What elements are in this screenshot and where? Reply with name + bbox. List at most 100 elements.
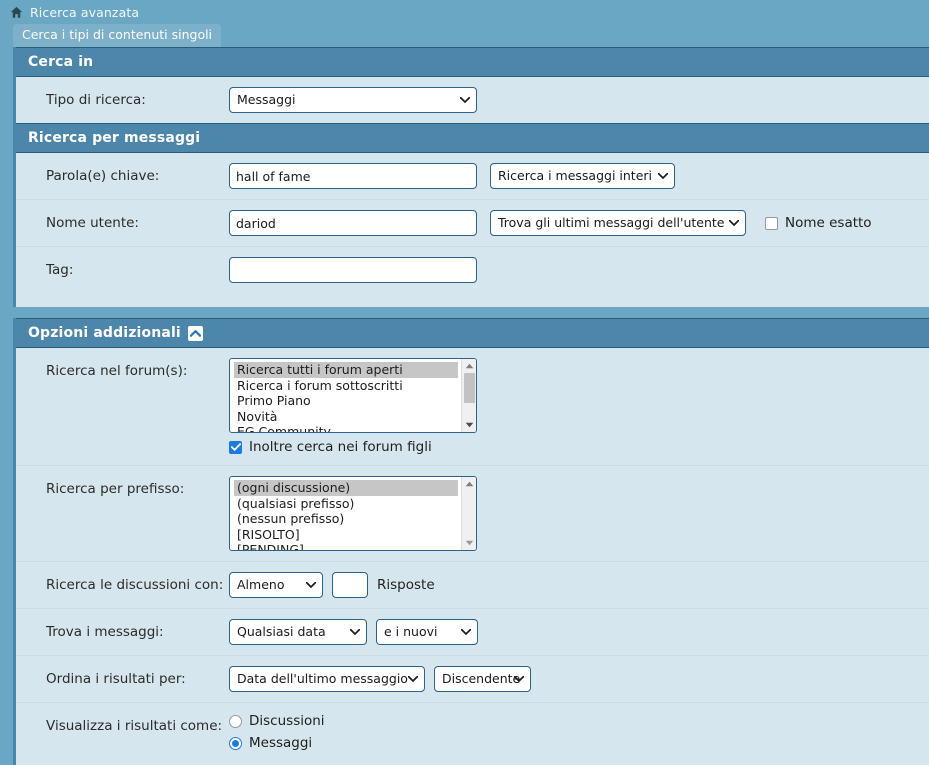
search-type-select[interactable]: Messaggi — [229, 87, 477, 113]
display-as-label: Visualizza i risultati come: — [46, 718, 223, 734]
chevron-down-icon — [408, 676, 418, 682]
list-item[interactable]: Primo Piano — [234, 393, 458, 409]
display-option-posts[interactable]: Messaggi — [229, 735, 325, 751]
prefix-listbox[interactable]: (ogni discussione) (qualsiasi prefisso) … — [229, 476, 477, 551]
replies-label: Ricerca le discussioni con: — [46, 577, 224, 593]
replies-operator-value: Almeno — [237, 577, 285, 592]
find-posts-label: Trova i messaggi: — [46, 624, 164, 640]
posts-radio[interactable] — [229, 736, 242, 750]
tab-strip: Cerca i tipi di contenuti singoli — [0, 24, 929, 47]
find-posts-date-select[interactable]: Qualsiasi data — [229, 619, 367, 645]
scroll-down-icon[interactable] — [465, 418, 474, 432]
chevron-down-icon — [460, 97, 470, 103]
section-search-in-title: Cerca in — [28, 54, 94, 70]
list-item[interactable]: (qualsiasi prefisso) — [234, 496, 458, 512]
keywords-input[interactable] — [229, 163, 477, 189]
row-replies: Ricerca le discussioni con: Almeno Rispo… — [16, 561, 929, 608]
forums-label: Ricerca nel forum(s): — [46, 363, 188, 379]
list-item[interactable]: Ricerca i forum sottoscritti — [234, 378, 458, 394]
chevron-down-icon — [461, 629, 471, 635]
find-posts-direction-value: e i nuovi — [384, 624, 438, 639]
sort-label: Ordina i risultati per: — [46, 671, 186, 687]
list-item[interactable]: [RISOLTO] — [234, 527, 458, 543]
list-item[interactable]: (ogni discussione) — [234, 480, 458, 496]
section-search-posts-body: Parola(e) chiave: Ricerca i messaggi int… — [16, 153, 929, 307]
section-search-posts-header: Ricerca per messaggi — [16, 123, 929, 153]
list-item[interactable]: EG Community — [234, 424, 458, 432]
find-posts-date-value: Qualsiasi data — [237, 624, 326, 639]
list-item[interactable]: Ricerca tutti i forum aperti — [234, 362, 458, 378]
sort-field-select[interactable]: Data dell'ultimo messaggio — [229, 666, 425, 692]
section-search-in: Cerca in Tipo di ricerca: Messaggi — [13, 47, 929, 123]
threads-radio-label: Discussioni — [249, 713, 325, 729]
list-item[interactable]: [PENDING] — [234, 542, 458, 550]
scroll-up-icon[interactable] — [465, 359, 474, 373]
chevron-down-icon — [350, 629, 360, 635]
posts-radio-label: Messaggi — [249, 735, 313, 751]
row-username: Nome utente: Trova gli ultimi messaggi d… — [16, 199, 929, 246]
row-keywords: Parola(e) chiave: Ricerca i messaggi int… — [16, 153, 929, 199]
advanced-search-page: Ricerca avanzata Cerca i tipi di contenu… — [0, 0, 929, 765]
child-forums-option[interactable]: Inoltre cerca nei forum figli — [229, 439, 477, 455]
scroll-thumb[interactable] — [463, 373, 475, 403]
search-type-label: Tipo di ricerca: — [46, 92, 146, 108]
forums-listbox[interactable]: Ricerca tutti i forum aperti Ricerca i f… — [229, 358, 477, 433]
chevron-down-icon — [306, 582, 316, 588]
section-additional-options-body: Ricerca nel forum(s): Ricerca tutti i fo… — [16, 348, 929, 765]
username-input[interactable] — [229, 210, 477, 236]
prefix-label: Ricerca per prefisso: — [46, 481, 185, 497]
username-mode-select[interactable]: Trova gli ultimi messaggi dell'utente — [490, 210, 746, 236]
row-prefix: Ricerca per prefisso: (ogni discussione)… — [16, 465, 929, 561]
row-find-posts: Trova i messaggi: Qualsiasi data e i nuo… — [16, 608, 929, 655]
find-posts-direction-select[interactable]: e i nuovi — [376, 619, 478, 645]
list-item[interactable]: (nessun prefisso) — [234, 511, 458, 527]
tag-input[interactable] — [229, 257, 477, 283]
display-option-threads[interactable]: Discussioni — [229, 713, 325, 729]
forums-scrollbar[interactable] — [461, 359, 476, 432]
username-mode-value: Trova gli ultimi messaggi dell'utente — [498, 215, 725, 230]
section-divider — [0, 307, 929, 318]
replies-suffix-label: Risposte — [377, 577, 435, 593]
tag-label: Tag: — [46, 262, 74, 278]
scroll-down-icon[interactable] — [465, 536, 474, 550]
breadcrumb: Ricerca avanzata — [0, 0, 929, 24]
keywords-label: Parola(e) chiave: — [46, 168, 160, 184]
chevron-up-icon[interactable] — [187, 325, 203, 341]
sort-order-value: Discendente — [442, 671, 521, 686]
section-additional-options-header: Opzioni addizionali — [16, 318, 929, 348]
replies-operator-select[interactable]: Almeno — [229, 572, 323, 598]
section-search-in-body: Tipo di ricerca: Messaggi — [16, 77, 929, 123]
row-tag: Tag: — [16, 246, 929, 293]
section-additional-options: Opzioni addizionali Ricerca nel forum(s)… — [13, 318, 929, 765]
chevron-down-icon — [514, 676, 524, 682]
row-display-as: Visualizza i risultati come: Discussioni… — [16, 702, 929, 765]
keywords-mode-select[interactable]: Ricerca i messaggi interi — [490, 163, 676, 189]
prefix-scrollbar[interactable] — [461, 477, 476, 550]
exact-name-checkbox[interactable] — [765, 216, 778, 230]
child-forums-checkbox[interactable] — [229, 440, 242, 454]
row-forums: Ricerca nel forum(s): Ricerca tutti i fo… — [16, 348, 929, 465]
username-label: Nome utente: — [46, 215, 139, 231]
tab-single-content-types[interactable]: Cerca i tipi di contenuti singoli — [13, 24, 222, 47]
scroll-up-icon[interactable] — [465, 477, 474, 491]
list-item[interactable]: Novità — [234, 409, 458, 425]
replies-count-input[interactable] — [332, 572, 368, 598]
child-forums-label: Inoltre cerca nei forum figli — [249, 439, 432, 455]
search-type-value: Messaggi — [237, 92, 296, 107]
row-sort: Ordina i risultati per: Data dell'ultimo… — [16, 655, 929, 702]
section-search-posts-title: Ricerca per messaggi — [28, 130, 201, 146]
home-icon[interactable] — [10, 6, 23, 19]
section-search-posts: Ricerca per messaggi Parola(e) chiave: R… — [13, 123, 929, 307]
chevron-down-icon — [658, 173, 669, 179]
sort-field-value: Data dell'ultimo messaggio — [237, 671, 408, 686]
keywords-mode-value: Ricerca i messaggi interi — [498, 168, 653, 183]
exact-name-label: Nome esatto — [785, 215, 872, 231]
section-search-in-header: Cerca in — [16, 47, 929, 77]
chevron-down-icon — [729, 220, 739, 226]
section-additional-options-title: Opzioni addizionali — [28, 325, 181, 341]
exact-name-option[interactable]: Nome esatto — [765, 210, 872, 236]
sort-order-select[interactable]: Discendente — [434, 666, 531, 692]
breadcrumb-label[interactable]: Ricerca avanzata — [30, 5, 139, 20]
row-search-type: Tipo di ricerca: Messaggi — [16, 77, 929, 123]
threads-radio[interactable] — [229, 714, 242, 728]
